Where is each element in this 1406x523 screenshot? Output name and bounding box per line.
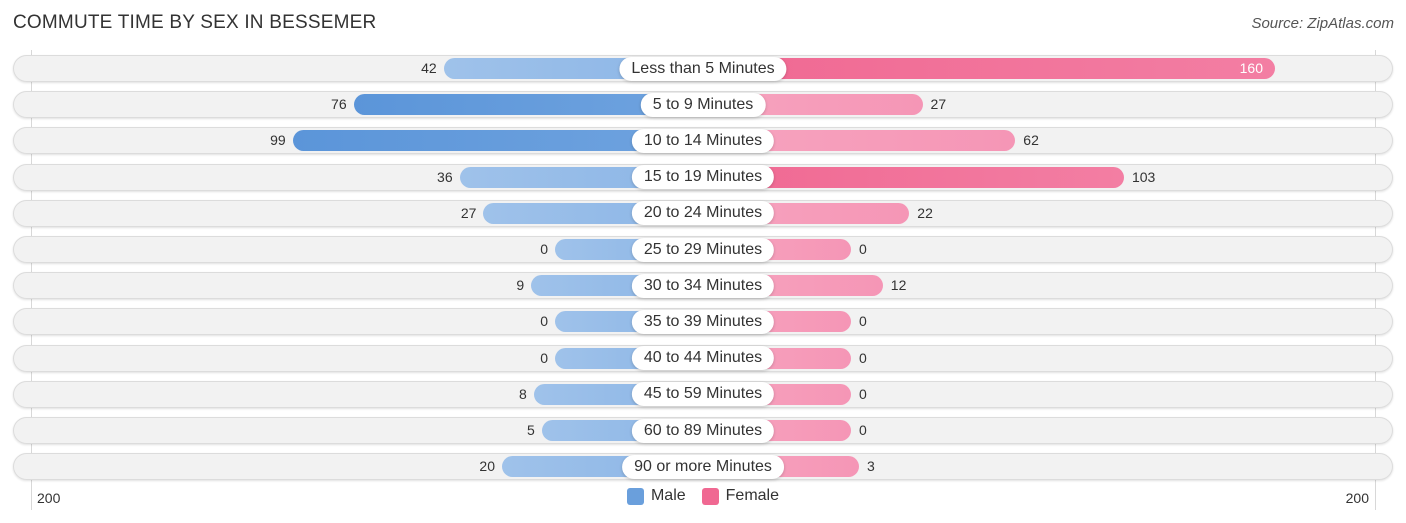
category-label: 15 to 19 Minutes — [631, 165, 775, 190]
category-label: 45 to 59 Minutes — [631, 382, 775, 407]
value-label-male: 42 — [421, 60, 437, 76]
value-label-female: 12 — [890, 277, 907, 294]
category-label: 30 to 34 Minutes — [631, 273, 775, 298]
value-label-female: 27 — [930, 96, 947, 113]
legend-swatch-male — [626, 487, 644, 505]
category-label: 35 to 39 Minutes — [631, 309, 775, 334]
value-label-male: 0 — [540, 349, 548, 366]
value-label-male: 8 — [519, 385, 527, 402]
value-label-female: 0 — [859, 313, 867, 330]
legend-label-female: Female — [725, 487, 780, 504]
value-label-female: 0 — [859, 349, 867, 366]
value-label-female: 160 — [1239, 60, 1263, 76]
category-label: 90 or more Minutes — [622, 454, 784, 479]
legend-swatch-female — [701, 487, 719, 505]
value-label-female: 0 — [859, 422, 867, 438]
value-label-female: 3 — [866, 458, 875, 475]
chart-area: 42 160 Less than 5 Minutes 76 27 5 to 9 Minut… — [0, 0, 1406, 523]
category-label: 5 to 9 Minutes — [640, 92, 766, 117]
value-label-female: 0 — [859, 241, 867, 257]
value-label-female: 0 — [859, 385, 867, 402]
value-label-male: 9 — [516, 277, 525, 294]
bar-female[interactable] — [703, 58, 1275, 79]
value-label-male: 5 — [526, 422, 535, 438]
category-label: 40 to 44 Minutes — [631, 346, 775, 371]
legend: Male Female — [0, 487, 1406, 505]
value-label-male: 0 — [540, 241, 548, 257]
value-label-male: 27 — [460, 204, 477, 221]
legend-item-male[interactable]: Male — [626, 487, 686, 505]
value-label-female: 22 — [917, 204, 933, 221]
value-label-female: 103 — [1131, 168, 1156, 185]
category-label: Less than 5 Minutes — [619, 56, 787, 81]
value-label-male: 76 — [331, 96, 347, 113]
legend-item-female[interactable]: Female — [701, 487, 780, 505]
category-label: 20 to 24 Minutes — [631, 201, 775, 226]
category-label: 60 to 89 Minutes — [631, 418, 775, 443]
value-label-male: 20 — [479, 458, 495, 475]
legend-label-male: Male — [650, 487, 686, 504]
category-label: 10 to 14 Minutes — [631, 128, 775, 153]
value-label-male: 99 — [270, 132, 286, 149]
value-label-female: 62 — [1023, 132, 1039, 149]
category-label: 25 to 29 Minutes — [631, 237, 775, 262]
value-label-male: 36 — [437, 168, 453, 185]
value-label-male: 0 — [540, 313, 548, 330]
